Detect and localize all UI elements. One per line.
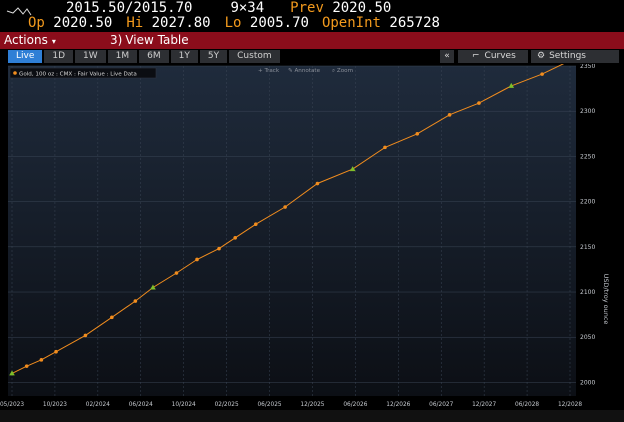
x-tick-label: 06/2025 [257, 402, 281, 408]
data-point[interactable] [39, 358, 44, 362]
x-tick-label: 12/2027 [472, 402, 496, 408]
annotate-tool[interactable]: ✎ Annotate [288, 68, 321, 74]
data-point[interactable] [315, 181, 320, 186]
x-tick-label: 05/2023 [0, 402, 24, 408]
track-tool[interactable]: + Track [258, 68, 280, 74]
tab-live[interactable]: Live [8, 50, 43, 63]
actions-menu-button[interactable]: Actions ▾ [4, 32, 56, 50]
bid-ask-value: 2015.50/2015.70 [66, 0, 193, 16]
x-tick-label: 10/2024 [172, 402, 196, 408]
quote-row-2: Op 2020.50 Hi 2027.80 Lo 2005.70 OpenInt 26… [0, 16, 440, 31]
data-point[interactable] [383, 145, 387, 150]
tab-custom[interactable]: Custom [229, 50, 280, 63]
y-axis: 2000 2050 2100 2150 2200 2250 2300 2350 [580, 63, 595, 386]
x-tick-label: 10/2023 [43, 402, 67, 408]
data-point[interactable] [217, 246, 221, 251]
openint-label: OpenInt [321, 15, 381, 31]
gear-icon: ⚙ [537, 51, 546, 61]
data-point[interactable] [233, 235, 237, 240]
tab-1y[interactable]: 1Y [170, 50, 198, 63]
chart-tools: + Track ✎ Annotate ⌕ Zoom [258, 68, 353, 74]
x-tick-label: 06/2026 [343, 402, 367, 408]
x-tick-label: 06/2024 [129, 402, 153, 408]
y-tick-label: 2150 [580, 244, 595, 251]
x-tick-label: 02/2025 [215, 402, 239, 408]
data-point[interactable] [133, 299, 138, 303]
curves-label: Curves [484, 51, 516, 61]
openint-value: 265728 [389, 15, 440, 31]
data-point[interactable] [415, 132, 420, 136]
x-tick-label: 02/2024 [86, 402, 110, 408]
view-table-number: 3) [110, 33, 123, 47]
x-tick-label: 06/2027 [429, 402, 453, 408]
y-axis-label: USD/troy ounce [602, 274, 610, 325]
x-tick-label: 12/2026 [386, 402, 410, 408]
bloomberg-futures-curve-screen: 2015.50/2015.70 9×34 Prev 2020.50 Op 2020.… [0, 0, 624, 422]
curves-button[interactable]: ⌐ Curves [458, 50, 528, 63]
tab-1w[interactable]: 1W [75, 50, 106, 63]
high-value: 2027.80 [151, 15, 211, 31]
data-point[interactable] [447, 113, 452, 117]
tab-1m[interactable]: 1M [107, 50, 138, 63]
open-value: 2020.50 [53, 15, 113, 31]
low-label: Lo [224, 15, 242, 31]
data-point[interactable] [283, 205, 287, 209]
x-tick-label: 12/2028 [558, 402, 582, 408]
tab-1d[interactable]: 1D [44, 50, 74, 63]
settings-label: Settings [549, 51, 586, 61]
view-table-button[interactable]: 3) View Table [110, 32, 189, 49]
x-axis: 05/2023 10/2023 02/2024 06/2024 10/2024 02/20… [0, 402, 582, 408]
data-point[interactable] [110, 315, 114, 320]
chevron-down-icon: ▾ [51, 37, 56, 46]
x-tick-label: 06/2028 [515, 402, 539, 408]
y-tick-label: 2100 [580, 289, 595, 296]
y-tick-label: 2200 [580, 199, 595, 206]
open-label: Op [28, 15, 45, 31]
data-point[interactable] [477, 101, 481, 105]
x-tick-label: 12/2025 [300, 402, 324, 408]
data-point[interactable] [83, 333, 88, 338]
data-point[interactable] [540, 72, 544, 76]
quote-header: 2015.50/2015.70 9×34 Prev 2020.50 Op 2020.… [0, 0, 624, 32]
bottom-status-bar [0, 410, 624, 422]
settings-button[interactable]: ⚙ Settings [531, 50, 619, 63]
data-point[interactable] [174, 271, 179, 275]
y-tick-label: 2250 [580, 153, 595, 160]
legend-marker [13, 71, 17, 75]
actions-bar: Actions ▾ 3) View Table [0, 32, 624, 49]
legend-box: Gold, 100 oz : CMX : Fair Value : Live D… [9, 67, 157, 79]
tab-6m[interactable]: 6M [139, 50, 169, 63]
view-table-label: View Table [125, 33, 189, 47]
low-value: 2005.70 [249, 15, 309, 31]
y-tick-label: 2300 [580, 108, 595, 115]
plot-background [8, 66, 576, 396]
actions-label: Actions [4, 33, 48, 47]
data-point[interactable] [195, 257, 199, 262]
chart-toolbar: Live 1D 1W 1M 6M 1Y 5Y Custom « ⌐ Curves … [0, 50, 624, 64]
range-tabs: Live 1D 1W 1M 6M 1Y 5Y Custom [8, 50, 280, 63]
prev-value: 2020.50 [332, 0, 392, 16]
data-point[interactable] [24, 364, 29, 368]
curves-icon: ⌐ [472, 51, 480, 61]
quote-row-1: 2015.50/2015.70 9×34 Prev 2020.50 [0, 1, 391, 16]
data-point[interactable] [54, 349, 58, 354]
data-point[interactable] [253, 222, 258, 227]
tab-5y[interactable]: 5Y [199, 50, 228, 63]
futures-curve-chart[interactable]: Gold, 100 oz : CMX : Fair Value : Live D… [0, 57, 624, 410]
legend-text: Gold, 100 oz : CMX : Fair Value : Live D… [19, 72, 137, 78]
y-tick-label: 2050 [580, 334, 595, 341]
y-tick-label: 2350 [580, 64, 595, 70]
y-tick-label: 2000 [580, 379, 595, 386]
zoom-tool[interactable]: ⌕ Zoom [332, 68, 353, 74]
prev-label: Prev [290, 0, 324, 16]
chart-area[interactable]: Gold, 100 oz : CMX : Fair Value : Live D… [0, 57, 624, 410]
high-label: Hi [126, 15, 144, 31]
collapse-button[interactable]: « [440, 50, 454, 63]
size-value: 9×34 [230, 0, 265, 16]
